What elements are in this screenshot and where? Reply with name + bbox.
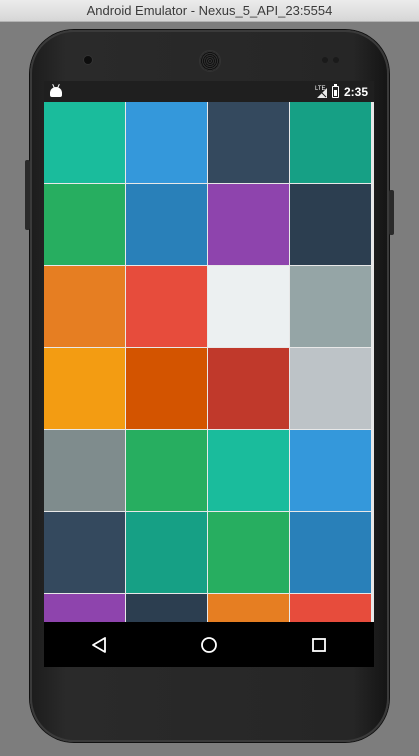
- front-camera: [84, 56, 92, 64]
- color-tile[interactable]: [208, 430, 289, 511]
- navigation-bar: [44, 622, 374, 667]
- signal-icon: LTE: [315, 86, 327, 98]
- color-tile-grid[interactable]: [44, 102, 374, 622]
- color-tile[interactable]: [208, 594, 289, 622]
- color-tile[interactable]: [290, 184, 371, 265]
- window-title: Android Emulator - Nexus_5_API_23:5554: [86, 3, 333, 18]
- power-button[interactable]: [389, 190, 394, 235]
- color-tile[interactable]: [126, 102, 207, 183]
- home-circle-icon: [201, 636, 217, 653]
- color-tile[interactable]: [126, 266, 207, 347]
- recents-button[interactable]: [299, 625, 339, 665]
- home-button[interactable]: [189, 625, 229, 665]
- color-tile[interactable]: [44, 184, 125, 265]
- color-tile[interactable]: [44, 266, 125, 347]
- android-notification-icon: [50, 86, 62, 97]
- light-sensor: [333, 57, 339, 63]
- proximity-sensor: [322, 57, 328, 63]
- window-title-bar: Android Emulator - Nexus_5_API_23:5554: [0, 0, 419, 22]
- color-tile[interactable]: [290, 430, 371, 511]
- color-tile[interactable]: [208, 184, 289, 265]
- color-tile[interactable]: [126, 348, 207, 429]
- color-tile[interactable]: [126, 430, 207, 511]
- back-triangle-icon: [92, 636, 106, 653]
- color-tile[interactable]: [44, 348, 125, 429]
- status-clock: 2:35: [343, 84, 368, 99]
- color-tile[interactable]: [208, 266, 289, 347]
- color-tile[interactable]: [44, 512, 125, 593]
- color-tile[interactable]: [126, 594, 207, 622]
- color-tile[interactable]: [126, 512, 207, 593]
- color-tile[interactable]: [44, 430, 125, 511]
- color-tile[interactable]: [208, 102, 289, 183]
- status-bar: LTE 2:35: [44, 81, 374, 102]
- color-tile[interactable]: [290, 348, 371, 429]
- recents-square-icon: [312, 637, 326, 652]
- earpiece-speaker: [199, 50, 221, 72]
- color-tile[interactable]: [290, 266, 371, 347]
- color-tile[interactable]: [44, 102, 125, 183]
- device-screen: LTE 2:35: [44, 81, 374, 667]
- color-tile[interactable]: [126, 184, 207, 265]
- color-tile[interactable]: [290, 594, 371, 622]
- color-tile[interactable]: [44, 594, 125, 622]
- battery-icon: [331, 83, 339, 98]
- color-tile[interactable]: [290, 102, 371, 183]
- color-tile[interactable]: [208, 512, 289, 593]
- volume-button[interactable]: [25, 160, 30, 230]
- color-tile[interactable]: [208, 348, 289, 429]
- color-tile[interactable]: [290, 512, 371, 593]
- back-button[interactable]: [79, 625, 119, 665]
